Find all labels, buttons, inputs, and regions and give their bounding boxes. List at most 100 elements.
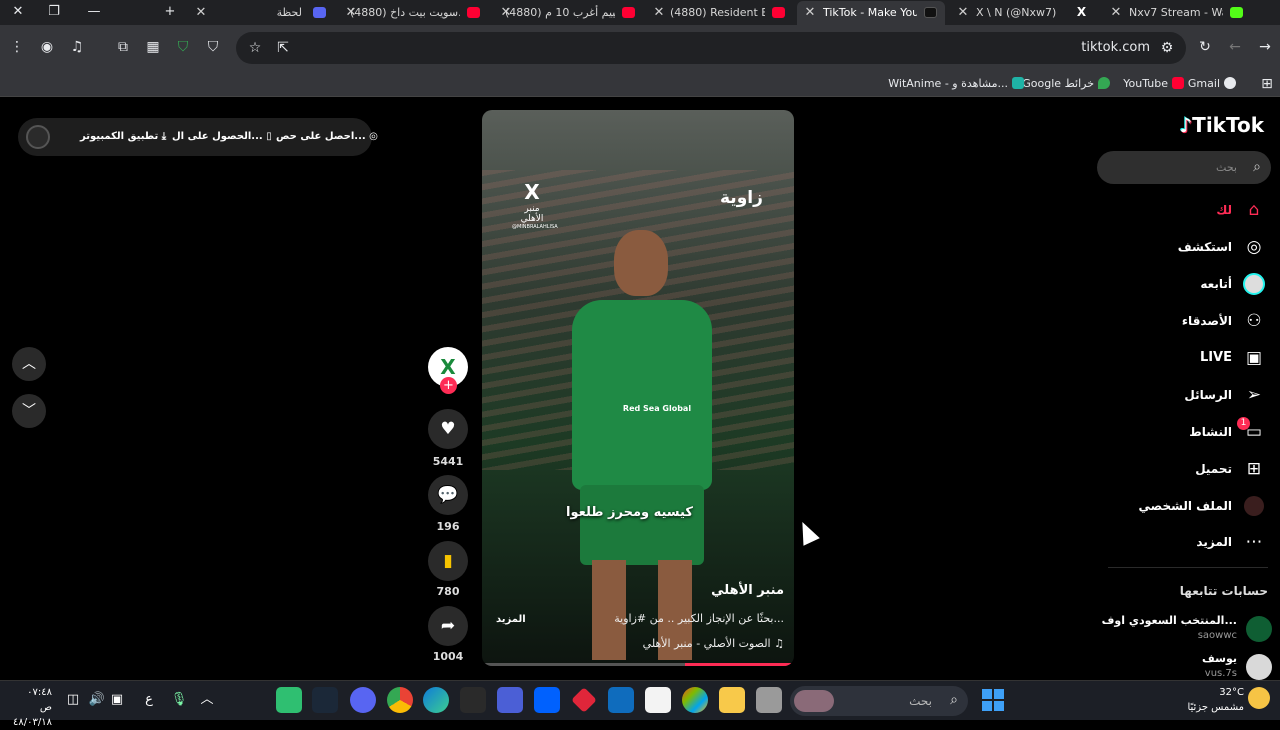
tab-youtube-2[interactable]: ✕ (4880) تقييم أغرب 10 م... [495, 1, 645, 25]
nav-profile[interactable]: الملف الشخصي [1096, 491, 1280, 521]
nav-following[interactable]: أتابعه [1096, 269, 1280, 299]
reload-icon[interactable]: ↻ [1196, 38, 1214, 56]
media-controls-icon[interactable]: ♫ [68, 38, 86, 56]
like-button[interactable]: ♥ [428, 409, 468, 449]
store-icon[interactable] [645, 687, 671, 713]
nav-for-you[interactable]: ⌂ لك [1096, 195, 1280, 225]
get-coins-link[interactable]: احصل على حص... ◎ [276, 118, 378, 156]
tab-close-icon[interactable]: ✕ [1109, 1, 1123, 25]
nav-messages[interactable]: ➢ الرسائل [1096, 380, 1280, 410]
bookmark-google-maps[interactable]: Google خرائط [1022, 71, 1110, 97]
video-player[interactable]: Red Sea Global X منبر الأهلي @MINBRALAHL… [482, 110, 794, 666]
gamepad-icon[interactable]: ◫ [64, 691, 82, 709]
next-video-button[interactable]: ﹀ [12, 394, 46, 428]
video-caption-overlay: كيسيه ومحرز طلعوا [566, 505, 693, 520]
video-music[interactable]: الصوت الأصلي - منبر الأهلي ♫ [643, 637, 784, 650]
site-settings-icon[interactable]: ⚙ [1158, 39, 1176, 57]
restore-window-icon[interactable]: ❐ [44, 3, 64, 21]
app-icon[interactable] [276, 687, 302, 713]
compass-icon: ◎ [1246, 237, 1262, 257]
share-button[interactable]: ➦ [428, 606, 468, 646]
app-icon[interactable] [756, 687, 782, 713]
bookmark-star-icon[interactable]: ☆ [246, 39, 264, 57]
tab-close-icon[interactable]: ✕ [956, 1, 970, 25]
show-hidden-icons-icon[interactable]: ︿ [198, 691, 216, 709]
share-page-icon[interactable]: ⇱ [274, 39, 292, 57]
epic-games-icon[interactable] [460, 687, 486, 713]
app-icon[interactable] [497, 687, 523, 713]
video-author[interactable]: منبر الأهلي [711, 583, 784, 598]
edge-icon[interactable] [423, 687, 449, 713]
input-language[interactable]: ع [140, 691, 158, 709]
shield-extension-icon[interactable]: ⛉ [174, 38, 192, 56]
new-tab-icon[interactable]: + [160, 3, 180, 21]
account-avatar [1246, 616, 1272, 642]
tab-x[interactable]: ✕ X \ N (@Nxw7) X [950, 1, 1098, 25]
more-button[interactable]: المزيد [496, 614, 526, 625]
network-icon[interactable]: ▣ [108, 691, 126, 709]
save-button[interactable]: ▮ [428, 541, 468, 581]
comment-button[interactable]: 💬 [428, 475, 468, 515]
steam-icon[interactable] [312, 687, 338, 713]
extensions-icon[interactable]: ⧉ [114, 38, 132, 56]
tab-close-icon[interactable]: ✕ [194, 1, 208, 25]
tab-close-icon[interactable]: ✕ [803, 1, 817, 25]
microphone-icon[interactable]: 🎙 [170, 691, 188, 709]
tab-tiktok[interactable]: ✕ TikTok - Make Your [797, 1, 945, 25]
dropbox-icon[interactable] [534, 687, 560, 713]
shield-icon[interactable]: ⛉ [204, 38, 222, 56]
video-progress-bar[interactable] [482, 663, 794, 666]
windows-start-icon[interactable] [982, 689, 1004, 711]
search-input[interactable]: بحث ⌕ [1097, 151, 1271, 184]
nav-more[interactable]: ⋯ المزيد [1096, 527, 1280, 557]
app-icon[interactable] [571, 687, 597, 713]
nav-live[interactable]: ▣ LIVE [1096, 343, 1280, 373]
nav-explore[interactable]: ◎ استكشف [1096, 232, 1280, 262]
tab-youtube-3[interactable]: ✕ (4880) Resident Evil 7 [648, 1, 793, 25]
desktop-app-label: تطبيق الكمبيوتر [80, 131, 159, 142]
address-bar[interactable]: ☆ ⇱ tiktok.com ⚙ [236, 32, 1186, 64]
search-icon[interactable]: ⌕ [1253, 159, 1261, 175]
tab-close-icon[interactable]: ✕ [652, 1, 666, 25]
tiktok-logo[interactable]: ♪TikTok [1176, 113, 1264, 137]
taskbar-search[interactable]: بحث ⌕ [790, 686, 968, 716]
bookmark-witanime[interactable]: WitAnime - مشاهدة و... [888, 71, 1024, 97]
extension-icon[interactable]: ▦ [144, 38, 162, 56]
tiktok-page: تطبيق الكمبيوتر ⤓ الحصول على ال... ▯ احص… [0, 97, 1280, 680]
forward-arrow-icon[interactable]: → [1256, 38, 1274, 56]
bookmark-gmail[interactable]: Gmail [1188, 71, 1236, 97]
nav-label: الملف الشخصي [1138, 499, 1232, 513]
nav-upload[interactable]: ⊞ تحميل [1096, 454, 1280, 484]
discord-icon[interactable] [350, 687, 376, 713]
tab-youtube-1[interactable]: ✕ (4880) سويت بيت داخ... [340, 1, 490, 25]
previous-video-button[interactable]: ︿ [12, 347, 46, 381]
user-avatar[interactable] [26, 125, 50, 149]
get-app-link[interactable]: الحصول على ال... ▯ [172, 118, 272, 156]
following-account[interactable]: المنتخب السعودي اوف... saowwc [1096, 612, 1280, 646]
chrome-icon[interactable] [387, 687, 413, 713]
mail-icon[interactable] [608, 687, 634, 713]
file-explorer-icon[interactable] [719, 687, 745, 713]
sponsor-text: Red Sea Global [622, 404, 692, 413]
nav-friends[interactable]: ⚇ الأصدقاء [1096, 306, 1280, 336]
tab-discord[interactable]: ✕ لحظة [190, 1, 340, 25]
desktop-app-link[interactable]: تطبيق الكمبيوتر ⤓ [80, 118, 166, 156]
weather-widget[interactable]: 32°C مشمس جزئيًا [1174, 685, 1244, 715]
menu-dots-icon[interactable]: ⋮ [8, 38, 26, 56]
follow-plus-icon[interactable]: + [440, 377, 457, 394]
apps-grid-icon[interactable]: ⊞ [1258, 75, 1276, 93]
bookmark-label: WitAnime - مشاهدة و... [888, 77, 1008, 90]
nav-activity[interactable]: ▭ 1 النشاط [1096, 417, 1280, 447]
following-account[interactable]: يوسف vus.7s [1096, 650, 1280, 684]
back-arrow-icon[interactable]: ← [1226, 38, 1244, 56]
close-window-icon[interactable]: ✕ [8, 3, 28, 21]
save-count: 780 [436, 585, 460, 598]
profile-avatar-icon[interactable]: ◉ [38, 38, 56, 56]
bookmark-label: YouTube [1123, 77, 1168, 90]
minimize-window-icon[interactable]: — [84, 3, 104, 21]
tab-kick[interactable]: ✕ Nxv7 Stream - Watch [1103, 1, 1253, 25]
copilot-icon[interactable] [682, 687, 708, 713]
speaker-icon[interactable]: 🔊 [88, 691, 106, 709]
bookmark-youtube[interactable]: YouTube [1123, 71, 1184, 97]
clock[interactable]: ٠٧:٤٨ ص ٤٨/٠٣/١٨ [12, 685, 52, 730]
